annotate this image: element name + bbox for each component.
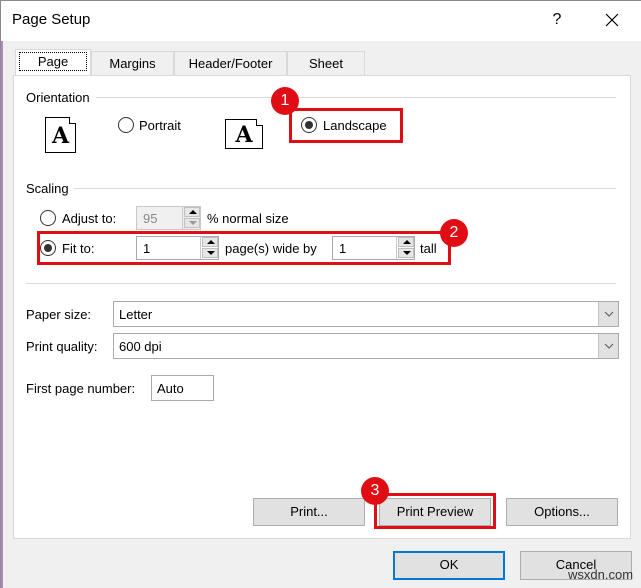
tab-page[interactable]: Page <box>15 49 91 75</box>
tab-margins[interactable]: Margins <box>91 51 174 76</box>
fit-tall-up-arrow-icon[interactable] <box>398 237 414 247</box>
chevron-down-icon <box>604 311 614 317</box>
background-window-edge <box>1 41 3 588</box>
annotation-badge-1: 1 <box>271 87 299 115</box>
ok-button[interactable]: OK <box>393 551 505 580</box>
landscape-label[interactable]: Landscape <box>323 118 387 133</box>
adjust-to-value: 95 <box>143 211 158 226</box>
tab-header-footer[interactable]: Header/Footer <box>174 51 287 76</box>
paper-size-label: Paper size: <box>26 307 92 322</box>
adjust-to-spinner[interactable]: 95 <box>136 206 201 230</box>
fit-to-radio[interactable] <box>40 240 56 256</box>
fit-to-label[interactable]: Fit to: <box>62 241 95 256</box>
fit-wide-value: 1 <box>143 241 151 256</box>
landscape-radio[interactable] <box>301 117 317 133</box>
fit-tall-value: 1 <box>339 241 347 256</box>
print-quality-label: Print quality: <box>26 339 98 354</box>
scaling-label: Scaling <box>26 181 69 196</box>
annotation-badge-2: 2 <box>440 219 468 247</box>
adjust-up-arrow-icon[interactable] <box>184 207 200 217</box>
portrait-radio[interactable] <box>118 117 134 133</box>
watermark-text: wsxdn.com <box>568 567 634 582</box>
print-quality-select[interactable]: 600 dpi <box>113 333 619 359</box>
fit-wide-spinner[interactable]: 1 <box>136 236 219 260</box>
paper-divider <box>26 283 616 284</box>
fit-wide-up-arrow-icon[interactable] <box>202 237 218 247</box>
landscape-page-icon: A <box>225 119 263 149</box>
portrait-label[interactable]: Portrait <box>139 118 181 133</box>
adjust-down-arrow-icon[interactable] <box>184 218 200 228</box>
first-page-number-label: First page number: <box>26 381 136 396</box>
dialog-title: Page Setup <box>12 11 91 28</box>
tab-page-label: Page <box>18 52 88 71</box>
page-setup-dialog: Page Setup ? Page Margins Header/Footer … <box>0 0 641 588</box>
print-preview-button[interactable]: Print Preview <box>379 498 491 526</box>
fit-tall-down-arrow-icon[interactable] <box>398 248 414 258</box>
adjust-suffix-label: % normal size <box>207 211 289 226</box>
first-page-number-input[interactable]: Auto <box>151 375 214 401</box>
print-button[interactable]: Print... <box>253 498 365 526</box>
fit-tall-suffix-label: tall <box>420 241 437 256</box>
close-button[interactable] <box>601 9 623 31</box>
paper-size-value: Letter <box>119 307 153 322</box>
scaling-divider <box>74 188 616 189</box>
help-button[interactable]: ? <box>546 9 568 31</box>
first-page-number-value: Auto <box>157 381 184 396</box>
close-icon <box>605 13 619 27</box>
title-bar: Page Setup ? <box>1 1 641 41</box>
page-tab-panel: Orientation A Portrait A Landscape Scali… <box>13 75 631 539</box>
annotation-badge-3: 3 <box>361 477 389 505</box>
orientation-divider <box>96 97 616 98</box>
portrait-page-icon: A <box>45 117 76 153</box>
adjust-to-label[interactable]: Adjust to: <box>62 211 116 226</box>
paper-size-select[interactable]: Letter <box>113 301 619 327</box>
chevron-down-icon <box>604 343 614 349</box>
orientation-label: Orientation <box>26 90 90 105</box>
options-button[interactable]: Options... <box>506 498 618 526</box>
print-quality-dropdown-button[interactable] <box>598 334 618 358</box>
fit-tall-spinner[interactable]: 1 <box>332 236 415 260</box>
print-quality-value: 600 dpi <box>119 339 162 354</box>
fit-wide-down-arrow-icon[interactable] <box>202 248 218 258</box>
paper-size-dropdown-button[interactable] <box>598 302 618 326</box>
fit-wide-suffix-label: page(s) wide by <box>225 241 317 256</box>
adjust-to-radio[interactable] <box>40 210 56 226</box>
tab-sheet[interactable]: Sheet <box>287 51 365 76</box>
